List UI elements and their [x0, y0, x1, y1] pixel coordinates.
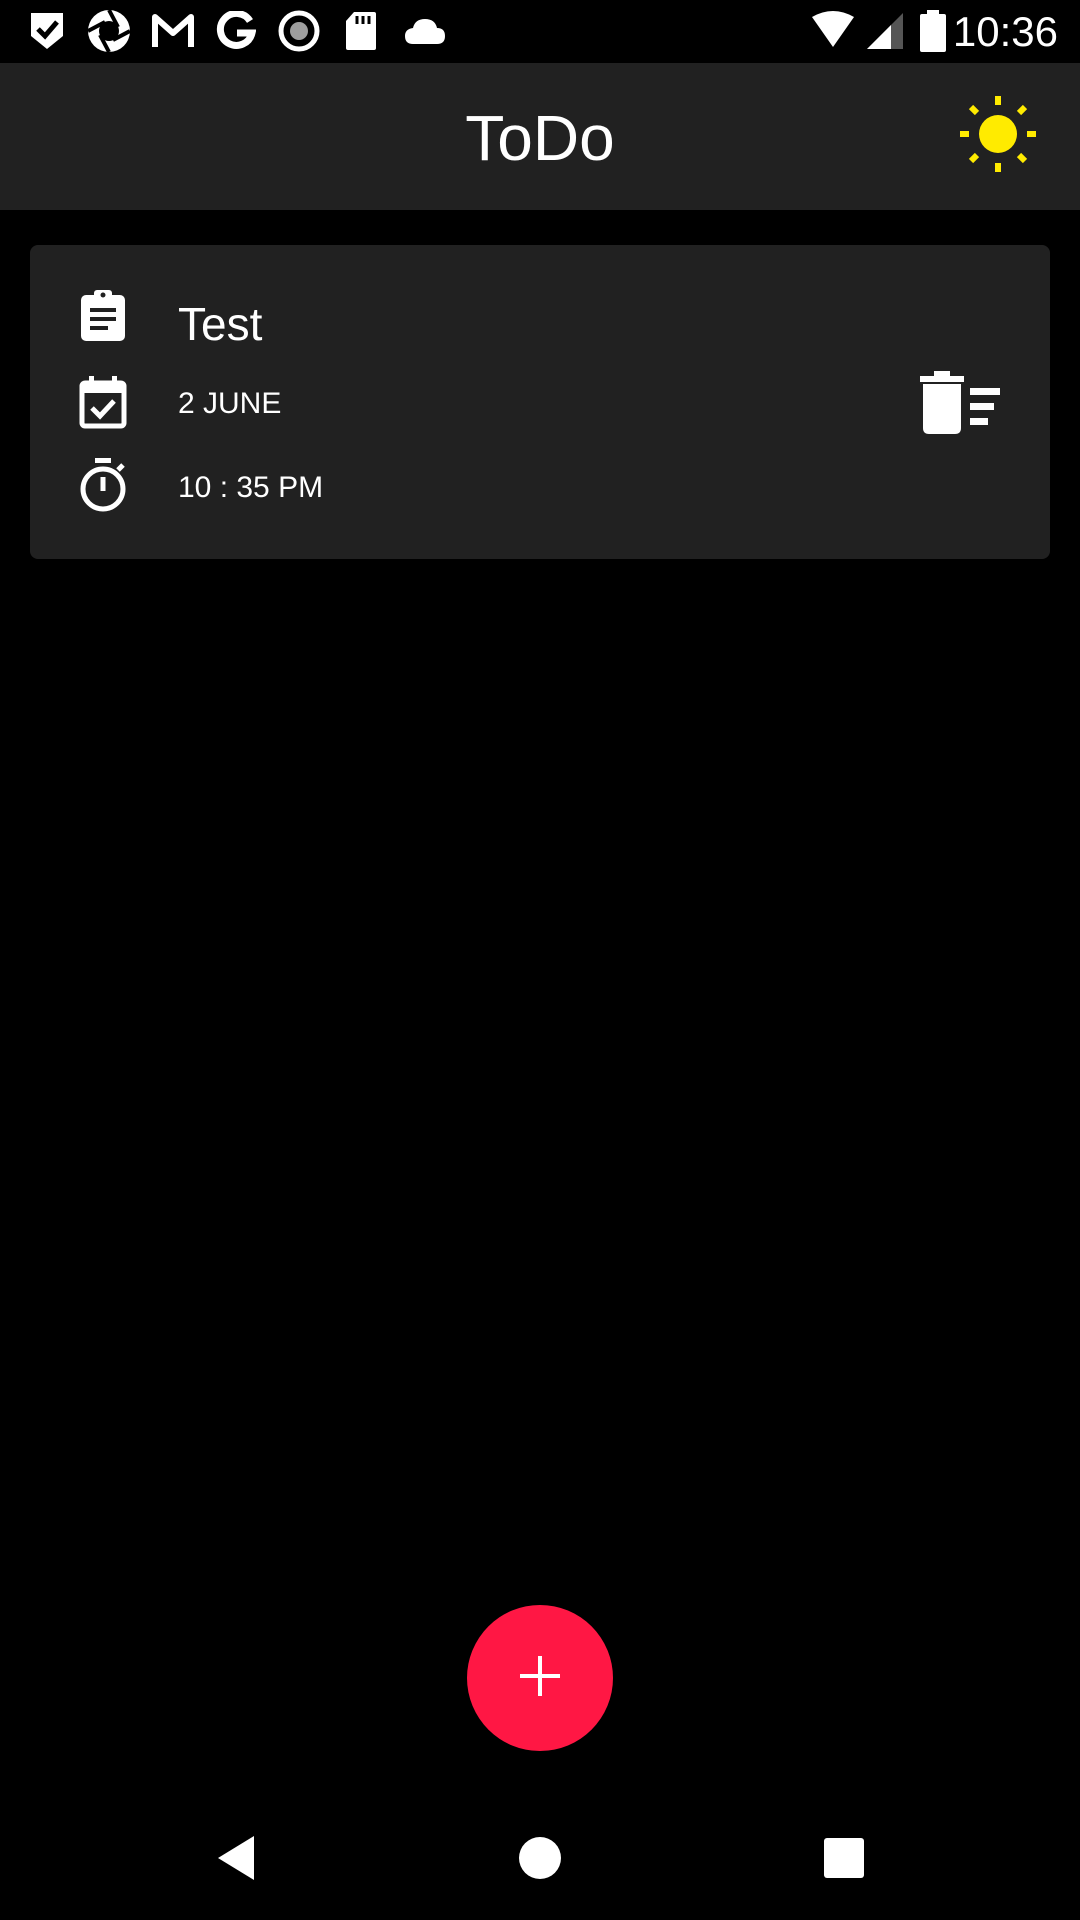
home-icon	[518, 1836, 562, 1885]
theme-toggle-button[interactable]	[955, 93, 1041, 179]
google-icon	[213, 8, 259, 54]
sun-icon	[958, 94, 1038, 179]
add-task-button[interactable]	[467, 1605, 613, 1751]
app-title: ToDo	[465, 102, 615, 174]
recents-icon	[823, 1837, 865, 1884]
cloud-icon	[402, 8, 448, 54]
task-title: Test	[178, 298, 263, 350]
status-time: 10:36	[952, 8, 1058, 55]
task-date: 2 JUNE	[178, 387, 282, 420]
home-button[interactable]	[510, 1830, 570, 1890]
gmail-icon	[150, 8, 196, 54]
task-card[interactable]: Test 2 JUNE 10 : 35 PM	[30, 245, 1050, 559]
record-icon	[276, 8, 322, 54]
camera-aperture-icon	[86, 8, 132, 54]
delete-task-button[interactable]	[910, 360, 1010, 450]
status-bar: 10:36	[0, 0, 1080, 63]
back-icon	[214, 1834, 258, 1887]
back-button[interactable]	[206, 1830, 266, 1890]
plus-icon	[518, 1654, 562, 1703]
clipboard-icon	[75, 288, 131, 344]
sd-card-icon	[338, 8, 384, 54]
signal-icon	[862, 8, 908, 54]
navigation-bar	[0, 1800, 1080, 1920]
task-time: 10 : 35 PM	[178, 471, 324, 504]
recents-button[interactable]	[814, 1830, 874, 1890]
stopwatch-icon	[75, 457, 131, 513]
battery-icon	[910, 8, 956, 54]
shield-check-icon	[24, 8, 70, 54]
app-bar: ToDo	[0, 63, 1080, 210]
delete-sweep-icon	[918, 370, 1002, 441]
calendar-check-icon	[75, 374, 131, 430]
wifi-icon	[810, 8, 856, 54]
